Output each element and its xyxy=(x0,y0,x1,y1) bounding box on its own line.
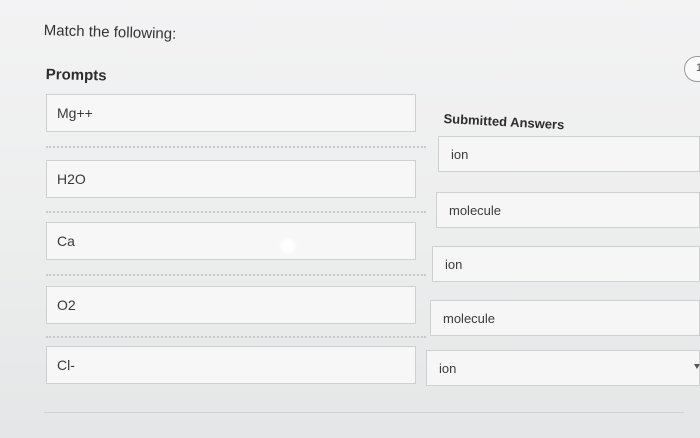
row-divider xyxy=(46,146,426,148)
prompts-heading: Prompts xyxy=(45,66,107,85)
question-text: Match the following: xyxy=(43,22,177,43)
prompt-label: H2O xyxy=(57,171,86,187)
prompt-label: Mg++ xyxy=(57,105,93,121)
badge-label: 1 xyxy=(696,62,700,74)
answer-value: molecule xyxy=(449,203,502,218)
answer-field[interactable]: molecule xyxy=(430,300,700,336)
prompt-item: Cl- xyxy=(46,346,416,384)
prompt-label: Ca xyxy=(57,233,75,249)
answer-value: ion xyxy=(451,147,469,162)
page: Match the following: Prompts Submitted A… xyxy=(0,0,700,438)
answer-field[interactable]: ion xyxy=(432,246,700,282)
prompt-item: H2O xyxy=(46,160,416,198)
prompt-item: Mg++ xyxy=(46,94,416,132)
submitted-answers-heading: Submitted Answers xyxy=(443,111,565,133)
answer-value: ion xyxy=(439,361,457,376)
light-glare xyxy=(278,236,298,256)
row-divider xyxy=(46,336,426,338)
answer-value: ion xyxy=(445,257,463,272)
prompt-label: Cl- xyxy=(57,357,75,373)
row-divider xyxy=(46,211,426,213)
divider-line xyxy=(44,412,684,413)
row-divider xyxy=(46,274,426,276)
answer-field[interactable]: ion xyxy=(426,350,700,386)
answer-field[interactable]: ion xyxy=(438,136,700,172)
prompt-item: Ca xyxy=(46,222,416,260)
scroll-down-arrow-icon[interactable] xyxy=(694,364,700,369)
prompt-item: O2 xyxy=(46,286,416,324)
answer-field[interactable]: molecule xyxy=(436,192,700,228)
question-number-badge: 1 xyxy=(684,56,700,82)
prompt-label: O2 xyxy=(57,297,76,313)
answer-value: molecule xyxy=(443,311,496,326)
